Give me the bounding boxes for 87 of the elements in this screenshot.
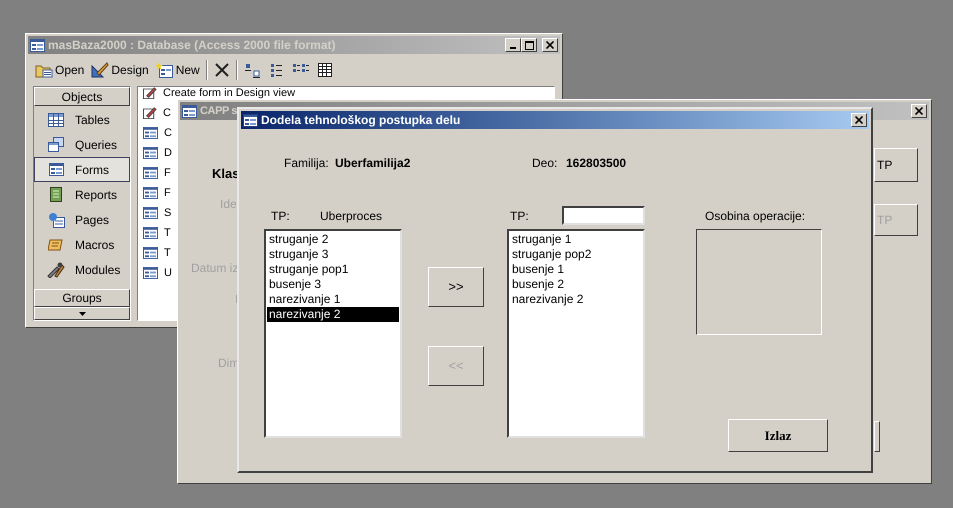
list-option[interactable]: busenje 3 [267,277,399,292]
database-icon [30,38,45,52]
scroll-icon [48,238,64,252]
list-item[interactable]: S [143,207,172,219]
form-icon [143,267,158,279]
list-option[interactable]: struganje pop1 [267,262,399,277]
maximize-icon [524,40,534,50]
new-form-icon [156,62,174,78]
form-icon [143,227,158,239]
object-item[interactable]: Forms [34,157,130,182]
objects-header[interactable]: Objects [34,87,130,106]
small-icons-icon[interactable] [268,62,285,78]
overlapping-tables-icon [48,137,64,152]
form-icon [143,127,158,139]
toolbar-button[interactable]: Open [34,59,86,81]
form-icon [143,147,158,159]
list-item[interactable]: U [143,267,172,279]
list-option[interactable]: struganje pop2 [510,247,642,262]
list-box[interactable]: struganje 1 struganje pop2 busenje 1 busenje 2 narezivanje 2 [507,229,645,438]
deo-value: 162803500 [566,155,626,172]
maximize-button[interactable] [521,38,537,52]
window-title: Dodela tehnološkog postupka delu [261,114,460,126]
familija-value: Uberfamilija2 [335,155,412,172]
form-icon [182,104,197,118]
globe-page-icon [48,212,64,228]
list-option[interactable]: busenje 2 [510,277,642,292]
object-item[interactable]: Macros [34,232,130,257]
list-item[interactable]: T [143,227,171,239]
down-arrow-icon [78,312,86,316]
report-icon [49,187,63,202]
list-item[interactable]: T [143,247,171,259]
tp-value: Uberproces [320,208,382,224]
close-icon [855,116,863,124]
form-icon [143,247,158,259]
form-pencil-icon [143,107,157,119]
form-icon [143,167,158,179]
tp-label: TP: [271,208,291,224]
close-button[interactable] [851,113,867,127]
form-icon [243,114,258,126]
tp-input-field[interactable] [562,206,645,225]
table-icon [48,112,64,126]
tp-label: TP: [510,208,530,224]
scroll-down-button[interactable] [34,307,130,320]
list-option[interactable]: struganje 1 [510,232,642,247]
list-option[interactable]: narezivanje 1 [267,292,399,307]
button-edge[interactable] [874,421,880,452]
object-item[interactable]: Queries [34,132,130,157]
tp-button[interactable]: TP [874,148,918,182]
close-icon [546,41,554,49]
list-option[interactable]: struganje 3 [267,247,399,262]
object-item[interactable]: Tables [34,107,130,132]
ruler-pencil-icon [91,62,110,78]
toolbar-button[interactable]: Design [90,59,150,81]
minimize-button[interactable] [505,38,521,52]
object-item[interactable]: Pages [34,207,130,232]
form-icon [143,187,158,199]
details-icon[interactable] [316,62,333,78]
list-option[interactable]: narezivanje 2 [510,292,642,307]
list-item[interactable]: C [143,127,172,139]
list-option[interactable]: busenje 1 [510,262,642,277]
window-title: CAPP s [200,106,238,116]
list-item[interactable]: F [143,187,171,199]
delete-icon[interactable] [214,62,230,78]
minimize-icon [510,47,516,49]
list-option[interactable]: narezivanje 2 [267,307,399,322]
familija-label: Familija: [284,155,330,172]
deo-label: Deo: [532,155,558,172]
close-button[interactable] [542,38,558,52]
tools-icon [47,262,65,278]
large-icons-icon[interactable] [244,62,262,78]
object-item[interactable]: Modules [34,257,130,282]
close-icon [915,107,923,115]
list-item[interactable]: D [143,147,172,159]
list-item[interactable]: F [143,167,171,179]
toolbar-button[interactable]: New [154,59,201,81]
groups-header[interactable]: Groups [34,289,130,307]
form-icon [48,163,64,176]
add-button[interactable]: >> [428,267,484,307]
list-box[interactable]: struganje 2 struganje 3 struganje pop1 busenje 3 narezivanje 1 narezivanje 2 [264,229,402,438]
close-button[interactable] [911,104,927,118]
list-option[interactable]: struganje 2 [267,232,399,247]
exit-button[interactable]: Izlaz [728,419,828,452]
form-icon [143,207,158,219]
list-item[interactable]: Create form in Design view [143,87,296,99]
object-item[interactable]: Reports [34,182,130,207]
property-label: Osobina operacije: [705,208,806,224]
list-item[interactable]: C [143,107,171,119]
